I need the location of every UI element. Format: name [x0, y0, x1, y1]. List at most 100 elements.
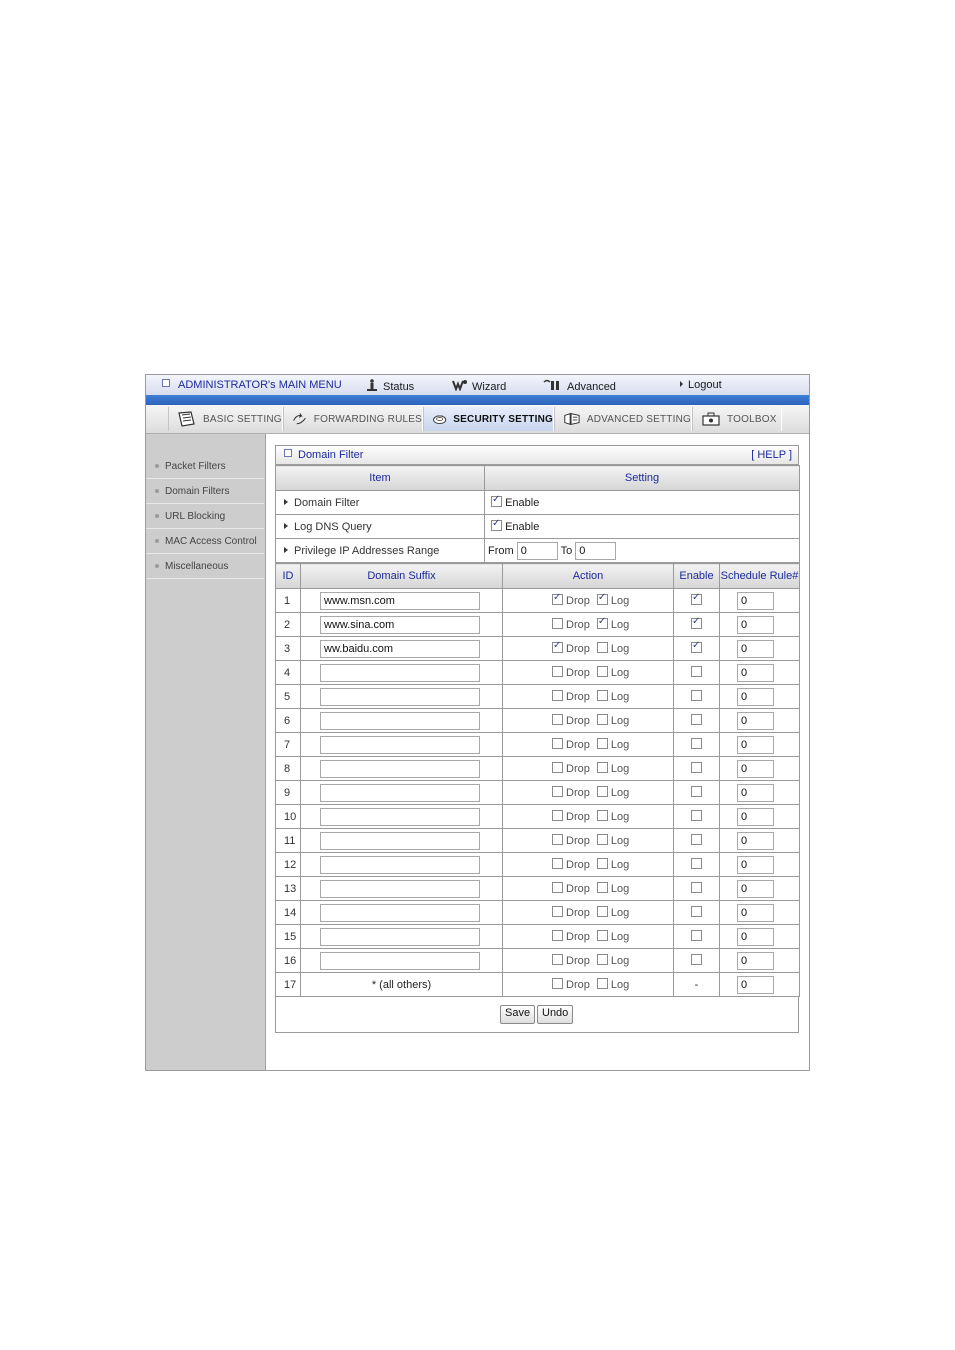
- advanced-link[interactable]: Advanced: [543, 379, 616, 393]
- schedule-rule-input[interactable]: 0: [737, 591, 774, 610]
- undo-button[interactable]: Undo: [537, 1005, 574, 1024]
- drop-checkbox[interactable]: [552, 954, 563, 965]
- sidebar-item-url-blocking[interactable]: URL Blocking: [146, 504, 264, 529]
- enable-checkbox[interactable]: [691, 762, 702, 773]
- drop-checkbox[interactable]: [552, 978, 563, 989]
- enable-checkbox[interactable]: [691, 858, 702, 869]
- tab-basic-setting[interactable]: BASIC SETTING: [168, 407, 283, 431]
- log-checkbox[interactable]: [596, 978, 608, 989]
- schedule-rule-input[interactable]: 0: [737, 783, 774, 802]
- drop-checkbox[interactable]: [552, 714, 563, 725]
- privilege-to-input[interactable]: 0: [575, 541, 617, 560]
- schedule-rule-input[interactable]: 0: [737, 927, 774, 946]
- privilege-from-input[interactable]: 0: [516, 541, 558, 560]
- domain-suffix-input[interactable]: www.sina.com: [320, 615, 480, 634]
- log-checkbox[interactable]: [596, 642, 608, 653]
- drop-checkbox[interactable]: [552, 618, 563, 629]
- log-checkbox[interactable]: [596, 954, 608, 965]
- enable-checkbox[interactable]: [691, 616, 702, 629]
- enable-checkbox[interactable]: [691, 738, 702, 749]
- schedule-rule-input[interactable]: 0: [737, 663, 774, 682]
- enable-checkbox[interactable]: [691, 810, 702, 821]
- tab-forwarding-rules[interactable]: FORWARDING RULES: [283, 407, 423, 431]
- domain-suffix-input[interactable]: [320, 903, 480, 922]
- domain-suffix-input[interactable]: [320, 855, 480, 874]
- schedule-rule-input[interactable]: 0: [737, 951, 774, 970]
- domain-suffix-input[interactable]: [320, 663, 480, 682]
- log-checkbox[interactable]: [596, 786, 608, 797]
- log-checkbox[interactable]: [596, 858, 608, 869]
- drop-checkbox[interactable]: [552, 810, 563, 821]
- domain-suffix-input[interactable]: [320, 807, 480, 826]
- enable-checkbox[interactable]: [691, 592, 702, 605]
- domain-suffix-input[interactable]: [320, 783, 480, 802]
- tab-toolbox[interactable]: TOOLBOX: [692, 407, 782, 431]
- schedule-rule-input[interactable]: 0: [737, 831, 774, 850]
- log-checkbox[interactable]: [596, 738, 608, 749]
- wizard-link[interactable]: Wizard: [452, 379, 506, 393]
- domain-suffix-input[interactable]: ww.baidu.com: [320, 639, 480, 658]
- sidebar-item-mac-access-control[interactable]: MAC Access Control: [146, 529, 264, 554]
- domain-suffix-input[interactable]: [320, 879, 480, 898]
- schedule-rule-input[interactable]: 0: [737, 903, 774, 922]
- drop-checkbox[interactable]: [552, 834, 563, 845]
- drop-checkbox[interactable]: [552, 858, 563, 869]
- schedule-rule-input[interactable]: 0: [737, 639, 774, 658]
- schedule-rule-input[interactable]: 0: [737, 807, 774, 826]
- enable-checkbox[interactable]: [691, 906, 702, 917]
- log-checkbox[interactable]: [596, 714, 608, 725]
- drop-checkbox[interactable]: [552, 882, 563, 893]
- drop-checkbox[interactable]: [552, 666, 563, 677]
- log-checkbox[interactable]: [596, 882, 608, 893]
- domain-filter-enable-checkbox[interactable]: [491, 494, 502, 507]
- enable-checkbox[interactable]: [691, 930, 702, 941]
- tab-security-setting[interactable]: SECURITY SETTING: [423, 407, 554, 431]
- enable-checkbox[interactable]: [691, 666, 702, 677]
- domain-suffix-input[interactable]: [320, 711, 480, 730]
- enable-checkbox[interactable]: [691, 640, 702, 653]
- log-checkbox[interactable]: [596, 690, 608, 701]
- schedule-rule-input[interactable]: 0: [737, 759, 774, 778]
- drop-checkbox[interactable]: [552, 906, 563, 917]
- sidebar-item-domain-filters[interactable]: Domain Filters: [146, 479, 264, 504]
- log-checkbox[interactable]: [596, 592, 608, 605]
- schedule-rule-input[interactable]: 0: [737, 735, 774, 754]
- enable-checkbox[interactable]: [691, 786, 702, 797]
- log-checkbox[interactable]: [596, 930, 608, 941]
- tab-advanced-setting[interactable]: ADVANCED SETTING: [554, 407, 692, 431]
- enable-checkbox[interactable]: [691, 954, 702, 965]
- domain-suffix-input[interactable]: [320, 831, 480, 850]
- log-dns-enable-checkbox[interactable]: [491, 518, 502, 531]
- save-button[interactable]: Save: [500, 1005, 536, 1024]
- log-checkbox[interactable]: [596, 834, 608, 845]
- log-checkbox[interactable]: [596, 762, 608, 773]
- help-link[interactable]: [ HELP ]: [751, 449, 792, 461]
- log-checkbox[interactable]: [596, 906, 608, 917]
- schedule-rule-input[interactable]: 0: [737, 855, 774, 874]
- sidebar-item-packet-filters[interactable]: Packet Filters: [146, 454, 264, 479]
- schedule-rule-input[interactable]: 0: [737, 879, 774, 898]
- domain-suffix-input[interactable]: www.msn.com: [320, 591, 480, 610]
- enable-checkbox[interactable]: [691, 834, 702, 845]
- drop-checkbox[interactable]: [552, 786, 563, 797]
- domain-suffix-input[interactable]: [320, 735, 480, 754]
- log-checkbox[interactable]: [596, 616, 608, 629]
- log-checkbox[interactable]: [596, 666, 608, 677]
- drop-checkbox[interactable]: [552, 690, 563, 701]
- domain-suffix-input[interactable]: [320, 759, 480, 778]
- drop-checkbox[interactable]: [552, 738, 563, 749]
- domain-suffix-input[interactable]: [320, 951, 480, 970]
- schedule-rule-input[interactable]: 0: [737, 615, 774, 634]
- schedule-rule-input[interactable]: 0: [737, 711, 774, 730]
- drop-checkbox[interactable]: [552, 640, 563, 653]
- enable-checkbox[interactable]: [691, 690, 702, 701]
- schedule-rule-input[interactable]: 0: [737, 687, 774, 706]
- log-checkbox[interactable]: [596, 810, 608, 821]
- status-link[interactable]: Status: [365, 379, 414, 393]
- logout-link[interactable]: Logout: [680, 379, 722, 391]
- sidebar-item-miscellaneous[interactable]: Miscellaneous: [146, 554, 264, 579]
- domain-suffix-input[interactable]: [320, 687, 480, 706]
- drop-checkbox[interactable]: [552, 930, 563, 941]
- schedule-rule-input[interactable]: 0: [737, 975, 774, 994]
- enable-checkbox[interactable]: [691, 714, 702, 725]
